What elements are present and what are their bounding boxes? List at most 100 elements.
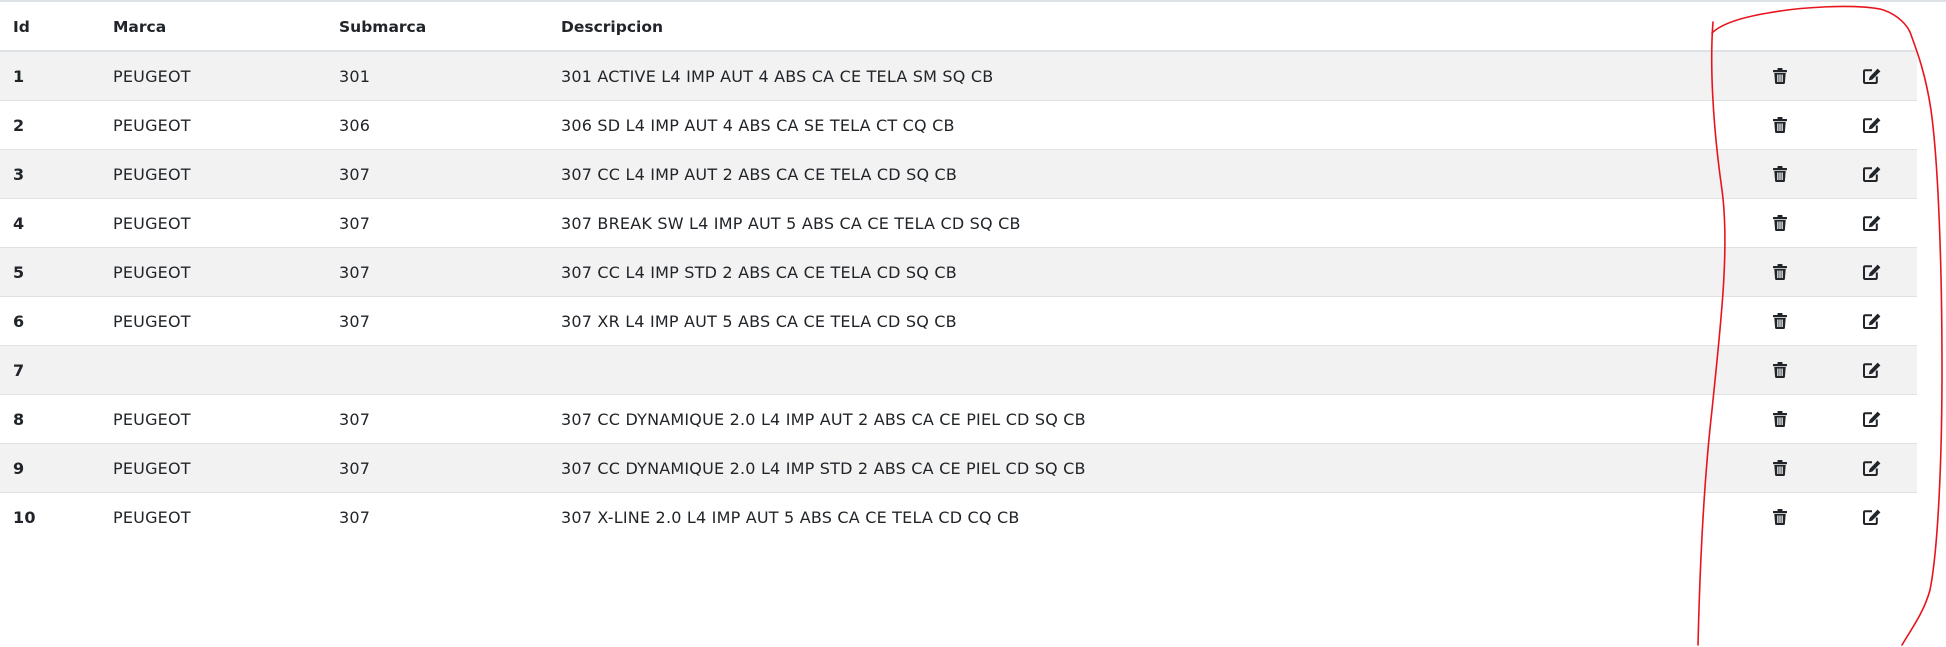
table-row: 5 PEUGEOT 307 307 CC L4 IMP STD 2 ABS CA…	[0, 247, 1917, 297]
trash-icon	[1772, 68, 1787, 84]
delete-button[interactable]	[1768, 64, 1792, 88]
row-descripcion: 307 CC DYNAMIQUE 2.0 L4 IMP STD 2 ABS CA…	[548, 443, 1732, 493]
row-marca: PEUGEOT	[100, 247, 326, 297]
trash-icon	[1772, 313, 1787, 329]
table-row: 2 PEUGEOT 306 306 SD L4 IMP AUT 4 ABS CA…	[0, 100, 1917, 150]
header-id[interactable]: Id	[0, 3, 100, 52]
row-marca	[100, 345, 326, 395]
row-id: 9	[0, 443, 100, 493]
header-marca[interactable]: Marca	[100, 3, 326, 52]
row-marca: PEUGEOT	[100, 198, 326, 248]
edit-button[interactable]	[1860, 260, 1884, 284]
edit-icon	[1863, 460, 1881, 476]
table-row: 10 PEUGEOT 307 307 X-LINE 2.0 L4 IMP AUT…	[0, 492, 1917, 541]
row-descripcion	[548, 345, 1732, 395]
row-submarca: 307	[326, 443, 548, 493]
trash-icon	[1772, 460, 1787, 476]
delete-button[interactable]	[1768, 407, 1792, 431]
edit-icon	[1863, 166, 1881, 182]
row-submarca: 307	[326, 296, 548, 346]
delete-cell	[1732, 443, 1827, 493]
delete-button[interactable]	[1768, 358, 1792, 382]
edit-icon	[1863, 411, 1881, 427]
edit-cell	[1827, 50, 1917, 101]
edit-cell	[1827, 443, 1917, 493]
row-id: 10	[0, 492, 100, 541]
edit-button[interactable]	[1860, 162, 1884, 186]
row-descripcion: 307 X-LINE 2.0 L4 IMP AUT 5 ABS CA CE TE…	[548, 492, 1732, 541]
edit-cell	[1827, 394, 1917, 444]
table-row: 4 PEUGEOT 307 307 BREAK SW L4 IMP AUT 5 …	[0, 198, 1917, 248]
vehicles-table: Id Marca Submarca Descripcion 1 PEUGEOT …	[0, 3, 1917, 541]
delete-button[interactable]	[1768, 211, 1792, 235]
table-row: 9 PEUGEOT 307 307 CC DYNAMIQUE 2.0 L4 IM…	[0, 443, 1917, 493]
table-row: 8 PEUGEOT 307 307 CC DYNAMIQUE 2.0 L4 IM…	[0, 394, 1917, 444]
row-descripcion: 307 CC L4 IMP STD 2 ABS CA CE TELA CD SQ…	[548, 247, 1732, 297]
row-descripcion: 306 SD L4 IMP AUT 4 ABS CA SE TELA CT CQ…	[548, 100, 1732, 150]
row-marca: PEUGEOT	[100, 394, 326, 444]
edit-icon	[1863, 215, 1881, 231]
trash-icon	[1772, 117, 1787, 133]
edit-button[interactable]	[1860, 505, 1884, 529]
row-submarca: 307	[326, 394, 548, 444]
table-row: 3 PEUGEOT 307 307 CC L4 IMP AUT 2 ABS CA…	[0, 149, 1917, 199]
edit-cell	[1827, 149, 1917, 199]
top-border	[0, 0, 1946, 2]
trash-icon	[1772, 509, 1787, 525]
edit-cell	[1827, 345, 1917, 395]
table-row: 6 PEUGEOT 307 307 XR L4 IMP AUT 5 ABS CA…	[0, 296, 1917, 346]
trash-icon	[1772, 264, 1787, 280]
row-marca: PEUGEOT	[100, 492, 326, 541]
edit-button[interactable]	[1860, 309, 1884, 333]
header-descripcion[interactable]: Descripcion	[548, 3, 1732, 52]
row-submarca: 301	[326, 50, 548, 101]
row-submarca: 307	[326, 247, 548, 297]
delete-cell	[1732, 394, 1827, 444]
row-marca: PEUGEOT	[100, 149, 326, 199]
edit-button[interactable]	[1860, 407, 1884, 431]
delete-button[interactable]	[1768, 113, 1792, 137]
edit-button[interactable]	[1860, 456, 1884, 480]
delete-button[interactable]	[1768, 309, 1792, 333]
delete-cell	[1732, 296, 1827, 346]
row-id: 6	[0, 296, 100, 346]
delete-cell	[1732, 345, 1827, 395]
row-id: 8	[0, 394, 100, 444]
delete-button[interactable]	[1768, 456, 1792, 480]
table-row: 1 PEUGEOT 301 301 ACTIVE L4 IMP AUT 4 AB…	[0, 50, 1917, 101]
row-id: 4	[0, 198, 100, 248]
row-descripcion: 307 CC L4 IMP AUT 2 ABS CA CE TELA CD SQ…	[548, 149, 1732, 199]
row-id: 2	[0, 100, 100, 150]
edit-button[interactable]	[1860, 64, 1884, 88]
delete-button[interactable]	[1768, 162, 1792, 186]
edit-cell	[1827, 247, 1917, 297]
row-submarca: 307	[326, 492, 548, 541]
row-descripcion: 307 XR L4 IMP AUT 5 ABS CA CE TELA CD SQ…	[548, 296, 1732, 346]
row-id: 3	[0, 149, 100, 199]
row-id: 7	[0, 345, 100, 395]
delete-cell	[1732, 492, 1827, 541]
row-id: 1	[0, 50, 100, 101]
delete-cell	[1732, 247, 1827, 297]
edit-button[interactable]	[1860, 211, 1884, 235]
edit-icon	[1863, 117, 1881, 133]
row-submarca: 306	[326, 100, 548, 150]
delete-cell	[1732, 149, 1827, 199]
trash-icon	[1772, 411, 1787, 427]
trash-icon	[1772, 362, 1787, 378]
delete-button[interactable]	[1768, 505, 1792, 529]
row-submarca	[326, 345, 548, 395]
delete-cell	[1732, 100, 1827, 150]
delete-button[interactable]	[1768, 260, 1792, 284]
header-submarca[interactable]: Submarca	[326, 3, 548, 52]
row-submarca: 307	[326, 149, 548, 199]
row-marca: PEUGEOT	[100, 50, 326, 101]
delete-cell	[1732, 198, 1827, 248]
edit-icon	[1863, 362, 1881, 378]
edit-button[interactable]	[1860, 113, 1884, 137]
trash-icon	[1772, 215, 1787, 231]
edit-cell	[1827, 100, 1917, 150]
row-descripcion: 307 BREAK SW L4 IMP AUT 5 ABS CA CE TELA…	[548, 198, 1732, 248]
row-marca: PEUGEOT	[100, 100, 326, 150]
edit-button[interactable]	[1860, 358, 1884, 382]
